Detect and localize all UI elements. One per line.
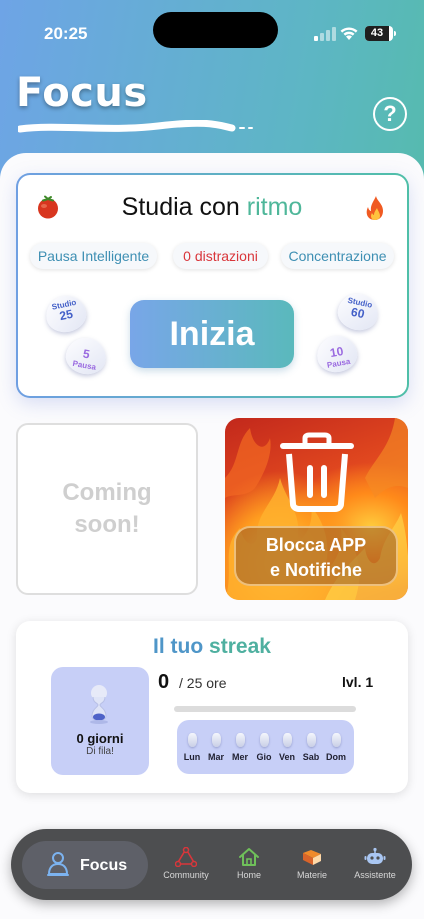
status-bar: 20:25 43: [0, 0, 424, 66]
day-hourglass-icon: [187, 733, 197, 747]
focus-card-title-accent: ritmo: [246, 193, 303, 221]
dynamic-island: [153, 12, 278, 48]
day-hourglass-icon: [211, 733, 221, 747]
coming-soon-line2: soon!: [74, 511, 140, 538]
start-button[interactable]: Inizia: [130, 300, 294, 368]
page-title: Focus: [16, 70, 148, 116]
day-hourglass-icon: [282, 733, 292, 747]
tab-materie[interactable]: Materie: [282, 847, 342, 880]
day-label: Ven: [278, 752, 295, 762]
day-label: Gio: [256, 752, 272, 762]
tab-community[interactable]: Community: [156, 847, 216, 880]
community-icon: [175, 847, 197, 867]
hourglass-icon: [90, 685, 108, 724]
tab-materie-label: Materie: [296, 870, 327, 880]
streak-progress-bar: [174, 706, 356, 712]
tab-assistente-label: Assistente: [354, 870, 396, 880]
robot-icon: [364, 847, 386, 864]
day-label: Mar: [207, 752, 224, 762]
home-icon: [239, 848, 259, 866]
tab-home-label: Home: [236, 870, 261, 880]
day-mon: Lun: [180, 733, 204, 762]
day-hourglass-icon: [259, 733, 269, 747]
day-label: Sab: [302, 752, 320, 762]
streak-days-count: 0 giorni: [76, 731, 124, 746]
day-wed: Mer: [228, 733, 252, 762]
battery-level: 43: [365, 26, 389, 41]
tab-community-label: Community: [163, 870, 209, 880]
day-label: Lun: [183, 752, 201, 762]
day-sun: Dom: [324, 733, 348, 762]
tab-focus-label: Focus: [80, 857, 128, 874]
tab-assistente[interactable]: Assistente: [345, 847, 405, 880]
trash-icon: [280, 432, 354, 512]
coming-soon-line1: Coming: [62, 479, 152, 506]
focus-card-title-prefix: Studia con: [121, 193, 247, 221]
streak-hours-goal: / 25 ore: [179, 675, 227, 691]
signal-icon: [314, 27, 336, 41]
streak-title: Il tuo streak: [0, 635, 424, 659]
streak-title-a: Il tuo: [153, 635, 210, 658]
wifi-icon: [340, 27, 358, 40]
coming-soon-card: Coming soon!: [16, 423, 198, 595]
chip-distractions: 0 distrazioni: [173, 243, 268, 269]
day-label: Dom: [326, 752, 346, 762]
battery-icon: 43: [365, 26, 396, 41]
streak-days-sub: Di fila!: [86, 746, 114, 757]
streak-level: lvl. 1: [342, 674, 374, 690]
day-label: Mer: [231, 752, 248, 762]
day-fri: Ven: [275, 733, 299, 762]
status-time: 20:25: [44, 24, 88, 43]
day-hourglass-icon: [331, 733, 341, 747]
tab-home[interactable]: Home: [219, 847, 279, 880]
meditation-icon: [47, 852, 69, 876]
day-tue: Mar: [204, 733, 228, 762]
help-button[interactable]: ?: [373, 97, 407, 131]
title-underline-brush: [18, 120, 253, 133]
book-icon: [303, 850, 321, 865]
day-hourglass-icon: [235, 733, 245, 747]
block-apps-button[interactable]: Blocca APP e Notifiche: [234, 526, 398, 586]
day-sat: Sab: [299, 733, 323, 762]
day-hourglass-icon: [306, 733, 316, 747]
chip-concentration: Concentrazione: [281, 243, 394, 269]
day-thu: Gio: [252, 733, 276, 762]
streak-hours-value: 0: [158, 671, 170, 693]
block-apps-line2: e Notifiche: [269, 560, 362, 580]
block-apps-line1: Blocca APP: [265, 535, 367, 555]
streak-title-b: streak: [209, 635, 271, 658]
focus-card-title: Studia con ritmo: [0, 193, 424, 222]
chip-smart-break: Pausa Intelligente: [30, 243, 157, 269]
